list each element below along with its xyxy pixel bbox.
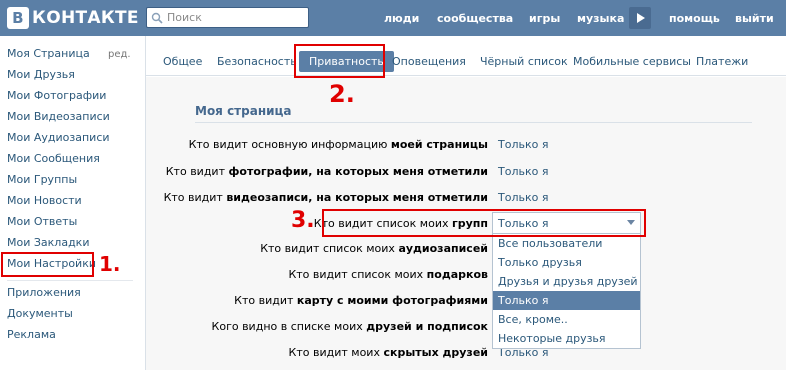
sidebar-item-documents[interactable]: Документы xyxy=(7,307,73,320)
tab-security[interactable]: Безопасность xyxy=(217,55,297,68)
privacy-row-label: Кто видит список моих аудиозаписей xyxy=(260,242,488,255)
search-input[interactable] xyxy=(167,11,297,24)
section-title: Моя страница xyxy=(195,104,292,118)
sidebar-item-apps[interactable]: Приложения xyxy=(7,286,81,299)
nav-logout[interactable]: выйти xyxy=(735,12,774,25)
tab-mobile-services[interactable]: Мобильные сервисы xyxy=(573,55,691,68)
play-icon xyxy=(636,13,645,23)
sidebar-item-my-page[interactable]: Моя Страница xyxy=(7,47,90,60)
tab-general[interactable]: Общее xyxy=(163,55,202,68)
highlight-box-settings xyxy=(1,252,94,277)
search-field[interactable] xyxy=(146,7,309,28)
sidebar-edit-link[interactable]: ред. xyxy=(108,49,131,60)
sidebar-item-messages[interactable]: Мои Сообщения xyxy=(7,152,100,165)
left-sidebar: Моя Страница ред. Мои Друзья Мои Фотогра… xyxy=(0,36,140,370)
privacy-row-label: Кто видит моих скрытых друзей xyxy=(288,346,488,359)
option-some-friends[interactable]: Некоторые друзья xyxy=(493,329,640,348)
privacy-row-label: Кто видит список моих подарков xyxy=(288,268,488,281)
sidebar-item-answers[interactable]: Мои Ответы xyxy=(7,215,77,228)
tab-notifications[interactable]: Оповещения xyxy=(392,55,466,68)
nav-communities[interactable]: сообщества xyxy=(437,12,513,25)
option-all-except[interactable]: Все, кроме.. xyxy=(493,310,640,329)
nav-music[interactable]: музыка xyxy=(577,12,624,25)
music-play-button[interactable] xyxy=(629,7,651,29)
sidebar-item-bookmarks[interactable]: Мои Закладки xyxy=(7,236,89,249)
privacy-row-label: Кто видит карту с моими фотографиями xyxy=(234,294,488,307)
top-header: В КОНТАКТЕ люди сообщества игры музыка п… xyxy=(0,0,786,36)
section-divider xyxy=(195,122,752,123)
privacy-row-label: Кто видит основную информацию моей стран… xyxy=(188,138,488,151)
logo-mark: В xyxy=(7,7,29,29)
annotation-number-3: 3. xyxy=(291,208,315,233)
privacy-options-list: Все пользователи Только друзья Друзья и … xyxy=(492,233,641,349)
option-only-me[interactable]: Только я xyxy=(493,291,640,310)
vk-logo[interactable]: В КОНТАКТЕ xyxy=(7,7,139,29)
option-friends-only[interactable]: Только друзья xyxy=(493,253,640,272)
annotation-number-2: 2. xyxy=(329,80,355,108)
tab-payments[interactable]: Платежи xyxy=(696,55,748,68)
nav-people[interactable]: люди xyxy=(384,12,419,25)
search-icon xyxy=(151,12,163,24)
highlight-box-groups-row xyxy=(322,209,646,237)
settings-panel: Общее Безопасность Приватность Оповещени… xyxy=(145,36,786,370)
sidebar-item-audio[interactable]: Мои Аудиозаписи xyxy=(7,131,110,144)
privacy-row-value[interactable]: Только я xyxy=(498,165,548,178)
sidebar-item-groups[interactable]: Мои Группы xyxy=(7,173,77,186)
tab-blacklist[interactable]: Чёрный список xyxy=(480,55,568,68)
nav-games[interactable]: игры xyxy=(529,12,560,25)
annotation-number-1: 1. xyxy=(99,252,121,276)
privacy-row-value[interactable]: Только я xyxy=(498,191,548,204)
nav-help[interactable]: помощь xyxy=(669,12,720,25)
sidebar-separator xyxy=(7,280,133,281)
option-friends-of-friends[interactable]: Друзья и друзья друзей xyxy=(493,272,640,291)
privacy-row-label: Кого видно в списке моих друзей и подпис… xyxy=(211,320,488,333)
privacy-row-value[interactable]: Только я xyxy=(498,138,548,151)
sidebar-item-videos[interactable]: Мои Видеозаписи xyxy=(7,110,110,123)
sidebar-item-friends[interactable]: Мои Друзья xyxy=(7,68,75,81)
sidebar-item-photos[interactable]: Мои Фотографии xyxy=(7,89,106,102)
privacy-row-label: Кто видит фотографии, на которых меня от… xyxy=(165,165,488,178)
highlight-box-privacy-tab xyxy=(294,44,385,78)
privacy-row-label: Кто видит видеозаписи, на которых меня о… xyxy=(163,191,488,204)
sidebar-item-news[interactable]: Мои Новости xyxy=(7,194,82,207)
settings-tabs: Общее Безопасность Приватность Оповещени… xyxy=(146,48,786,76)
logo-text: КОНТАКТЕ xyxy=(32,8,139,28)
sidebar-item-ads[interactable]: Реклама xyxy=(7,328,56,341)
